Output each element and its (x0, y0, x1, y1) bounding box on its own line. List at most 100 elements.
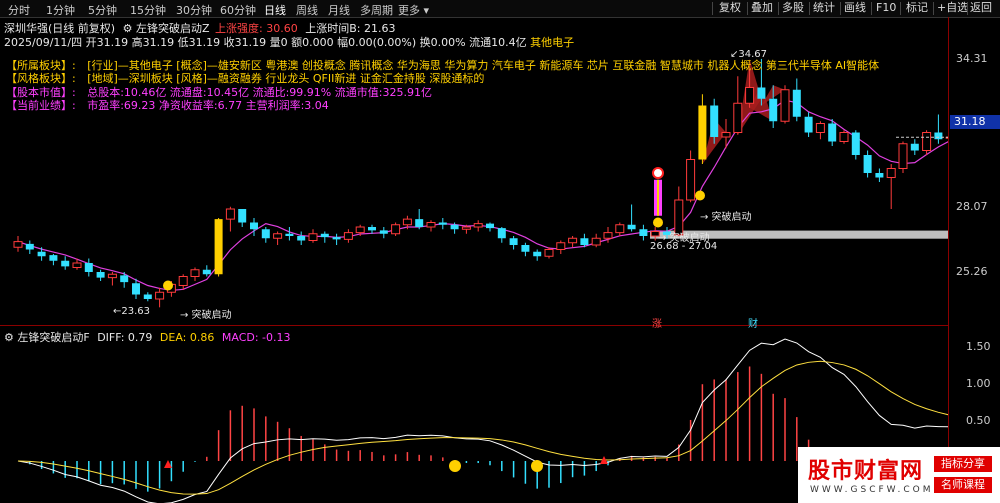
candle-body (544, 249, 554, 257)
candle-body (285, 233, 294, 236)
perf-value: 市盈率:69.23 净资收益率:6.77 主营利润率:3.04 (87, 99, 329, 112)
candle-body (450, 224, 459, 230)
candle-body (391, 224, 401, 235)
candle-body (461, 226, 471, 230)
price-axis-label: 28.07 (956, 200, 988, 213)
multi-stock-button[interactable]: 多股 (782, 1, 804, 15)
candle-body (72, 262, 82, 268)
candle-body (178, 276, 188, 286)
period-tab-60min[interactable]: 60分钟 (220, 2, 256, 18)
quote-amp: 幅0.00(0.00%) (337, 36, 417, 49)
toolbar-divider (747, 2, 748, 15)
candle-body (710, 105, 719, 137)
draw-line-button[interactable]: 画线 (844, 1, 866, 15)
price-axis-label: 34.31 (956, 52, 988, 65)
period-tab-multi[interactable]: 多周期 (360, 2, 393, 18)
back-button[interactable]: 返回 (970, 1, 992, 15)
candle-body (591, 237, 601, 246)
candle-body (497, 228, 506, 239)
adjust-button[interactable]: 复权 (719, 1, 741, 15)
quote-close: 收31.19 (223, 36, 267, 49)
low-annotation: ←23.63 (113, 306, 151, 317)
toolbar-divider (871, 2, 872, 15)
quote-date: 2025/09/11/四 (4, 36, 83, 49)
gear-icon[interactable]: ⚙ (4, 331, 14, 344)
candle-body (190, 269, 200, 277)
candle-body (261, 229, 270, 239)
period-tab-minute[interactable]: 分时 (8, 2, 30, 18)
candle-body (615, 224, 625, 234)
current-price-tag: 31.18 (950, 115, 1000, 129)
macd-axis-label: 1.00 (966, 377, 991, 390)
candle-body (273, 233, 283, 239)
candle-body (698, 105, 707, 160)
period-tab-more[interactable]: 更多 ▾ (398, 2, 429, 18)
candle-body (238, 209, 247, 223)
period-tab-15min[interactable]: 15分钟 (130, 2, 166, 18)
candle-body (143, 294, 152, 299)
smiley-icon (531, 460, 543, 472)
toolbar-divider (778, 2, 779, 15)
candle-body (332, 237, 341, 240)
candle-body (415, 219, 424, 227)
candle-body (780, 89, 790, 122)
money-bag-icon (653, 217, 663, 228)
candle-body (556, 242, 566, 250)
chevron-down-icon: ▾ (423, 4, 430, 17)
overlay-button[interactable]: 叠加 (751, 1, 773, 15)
candle-body (863, 155, 872, 173)
candle-body (898, 143, 908, 169)
plus-circle-icon (652, 167, 664, 179)
candle-body (13, 241, 23, 248)
candle-body (721, 132, 731, 138)
candle-body (355, 226, 365, 234)
add-watchlist-button[interactable]: +自选 (937, 1, 968, 15)
period-tab-monthly[interactable]: 月线 (328, 2, 350, 18)
period-tab-30min[interactable]: 30分钟 (176, 2, 212, 18)
candle-body (745, 87, 755, 104)
watermark-title: 股市财富网 (808, 458, 924, 484)
candle-body (132, 283, 140, 295)
candle-body (828, 123, 837, 142)
watermark-tag: 指标分享 (934, 456, 992, 472)
toolbar-divider (809, 2, 810, 15)
candle-body (25, 243, 34, 250)
candle-body (379, 230, 388, 234)
period-tab-5min[interactable]: 5分钟 (88, 2, 117, 18)
candle-body (107, 273, 117, 279)
macd-axis-label: 0.50 (966, 414, 991, 427)
candle-body (225, 208, 235, 220)
candle-body (202, 269, 211, 275)
period-tab-daily[interactable]: 日线 (264, 2, 286, 18)
mark-button[interactable]: 标记 (906, 1, 928, 15)
macd-title[interactable]: 左锋突破启动F (17, 331, 89, 344)
quote-open: 开31.19 (85, 36, 129, 49)
macd-header: ⚙ 左锋突破启动F DIFF: 0.79 DEA: 0.86 MACD: -0.… (4, 329, 291, 345)
period-tab-1min[interactable]: 1分钟 (46, 2, 75, 18)
candle-body (521, 245, 530, 252)
candle-body (910, 143, 919, 151)
perf-label: 【当前业绩】: (6, 99, 76, 112)
quote-amount: 额0.000 (291, 36, 334, 49)
breakout-label: → 突破启动 (180, 310, 232, 321)
quote-high: 高31.19 (131, 36, 175, 49)
watermark-tag: 名师课程 (934, 477, 992, 493)
toolbar-divider (900, 2, 901, 15)
watermark-logo: 股市财富网 WWW.GSCFW.COM 指标分享 名师课程 (798, 447, 1000, 503)
candle-body (438, 222, 447, 225)
candle-body (886, 168, 896, 178)
candle-body (733, 102, 743, 133)
candle-body (792, 89, 801, 117)
candle-body (297, 236, 306, 241)
candle-body (757, 87, 766, 99)
candle-body (922, 132, 932, 151)
macd-value: MACD: -0.13 (221, 331, 291, 344)
f10-button[interactable]: F10 (876, 1, 896, 15)
statistics-button[interactable]: 统计 (813, 1, 835, 15)
high-annotation: ↙34.67 (730, 49, 768, 60)
candle-body (308, 233, 318, 241)
quote-low: 低31.19 (177, 36, 221, 49)
money-bag-icon (163, 280, 173, 291)
toolbar-divider (933, 2, 934, 15)
period-tab-weekly[interactable]: 周线 (296, 2, 318, 18)
